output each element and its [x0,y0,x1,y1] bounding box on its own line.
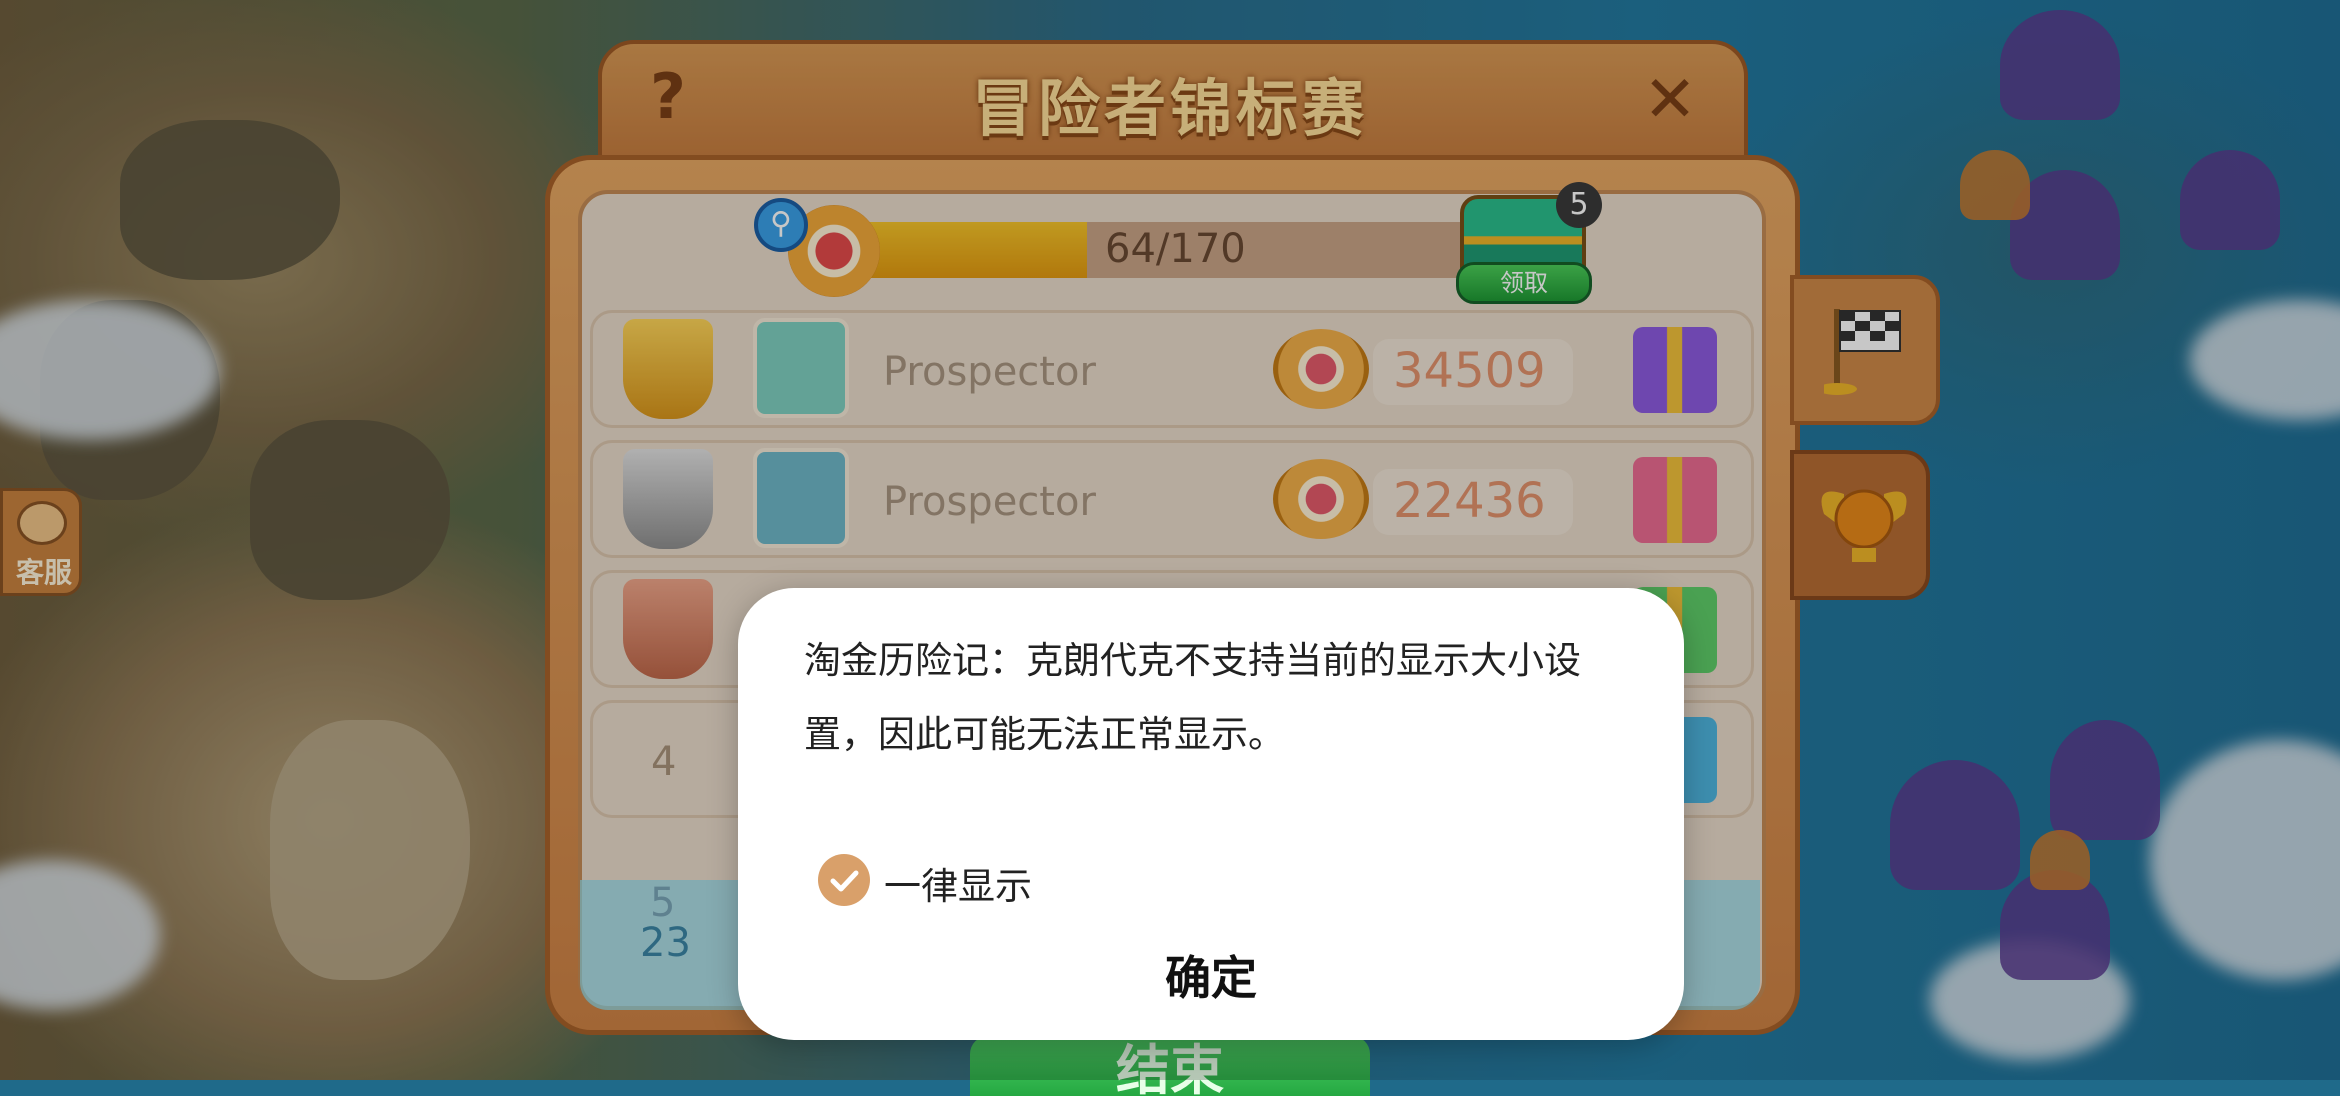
dialog-message: 淘金历险记：克朗代克不支持当前的显示大小设置，因此可能无法正常显示。 [804,639,1581,756]
always-show-label[interactable]: 一律显示 [884,856,1032,910]
display-size-dialog: 淘金历险记：克朗代克不支持当前的显示大小设置，因此可能无法正常显示。 一律显示 … [738,588,1684,1040]
ok-button[interactable]: 确定 [738,938,1684,1018]
always-show-checkbox[interactable] [818,854,870,906]
check-icon [830,870,859,892]
